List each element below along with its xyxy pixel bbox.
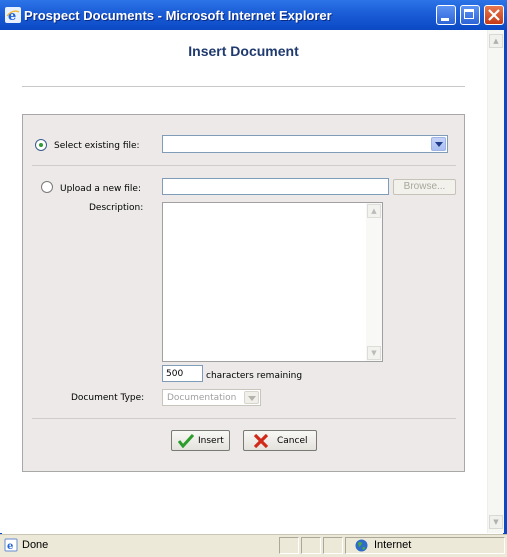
cancel-label: Cancel (277, 436, 308, 446)
section-divider (32, 165, 456, 166)
checkmark-icon (178, 434, 194, 448)
insert-label: Insert (198, 436, 224, 446)
ie-icon: e (5, 7, 21, 24)
status-text: Done (22, 539, 49, 551)
window-title: Prospect Documents - Microsoft Internet … (24, 8, 332, 23)
minimize-button[interactable] (436, 5, 456, 25)
document-type-select[interactable]: Documentation (162, 389, 261, 406)
document-type-label: Document Type: (71, 393, 145, 403)
globe-icon (355, 539, 368, 552)
scroll-down-icon[interactable]: ▼ (367, 346, 381, 360)
title-divider (22, 86, 465, 87)
description-scrollbar[interactable]: ▲ ▼ (366, 203, 382, 361)
description-textarea[interactable]: ▲ ▼ (162, 202, 383, 362)
browse-button[interactable]: Browse... (393, 179, 456, 195)
maximize-button[interactable] (460, 5, 480, 25)
browse-label: Browse... (403, 181, 446, 192)
status-cell (301, 537, 321, 554)
existing-file-select[interactable] (162, 135, 448, 153)
page-scrollbar[interactable]: ▲ ▼ (487, 30, 504, 533)
page-title: Insert Document (188, 43, 299, 59)
chevron-down-icon (431, 137, 446, 151)
description-label: Description: (89, 203, 144, 213)
buttons-divider (32, 418, 456, 419)
red-x-icon (253, 434, 269, 448)
page-done-icon: e (4, 538, 18, 552)
svg-text:e: e (7, 541, 13, 552)
characters-remaining-count: 500 (162, 365, 203, 382)
scroll-down-icon[interactable]: ▼ (489, 515, 503, 529)
scroll-up-icon[interactable]: ▲ (489, 34, 503, 48)
close-icon (488, 9, 500, 21)
upload-file-label: Upload a new file: (60, 184, 141, 194)
characters-remaining-label: characters remaining (206, 371, 303, 381)
upload-file-input[interactable] (162, 178, 389, 195)
title-bar[interactable]: e Prospect Documents - Microsoft Interne… (0, 0, 507, 31)
status-cell (323, 537, 343, 554)
status-bar: e Done Internet (0, 534, 507, 557)
status-cell (345, 537, 505, 554)
zone-label: Internet (374, 539, 412, 551)
close-window-button[interactable] (484, 5, 504, 25)
chevron-down-icon (244, 391, 259, 404)
cancel-button[interactable]: Cancel (243, 430, 317, 451)
status-cell (279, 537, 299, 554)
insert-button[interactable]: Insert (171, 430, 230, 451)
document-type-value: Documentation (167, 393, 237, 403)
minimize-icon (441, 18, 449, 21)
scroll-up-icon[interactable]: ▲ (367, 204, 381, 218)
radio-selected-dot (39, 143, 43, 147)
maximize-icon (464, 9, 474, 19)
upload-file-radio[interactable] (41, 181, 53, 193)
existing-file-label: Select existing file: (54, 141, 140, 151)
existing-file-radio[interactable] (35, 139, 47, 151)
